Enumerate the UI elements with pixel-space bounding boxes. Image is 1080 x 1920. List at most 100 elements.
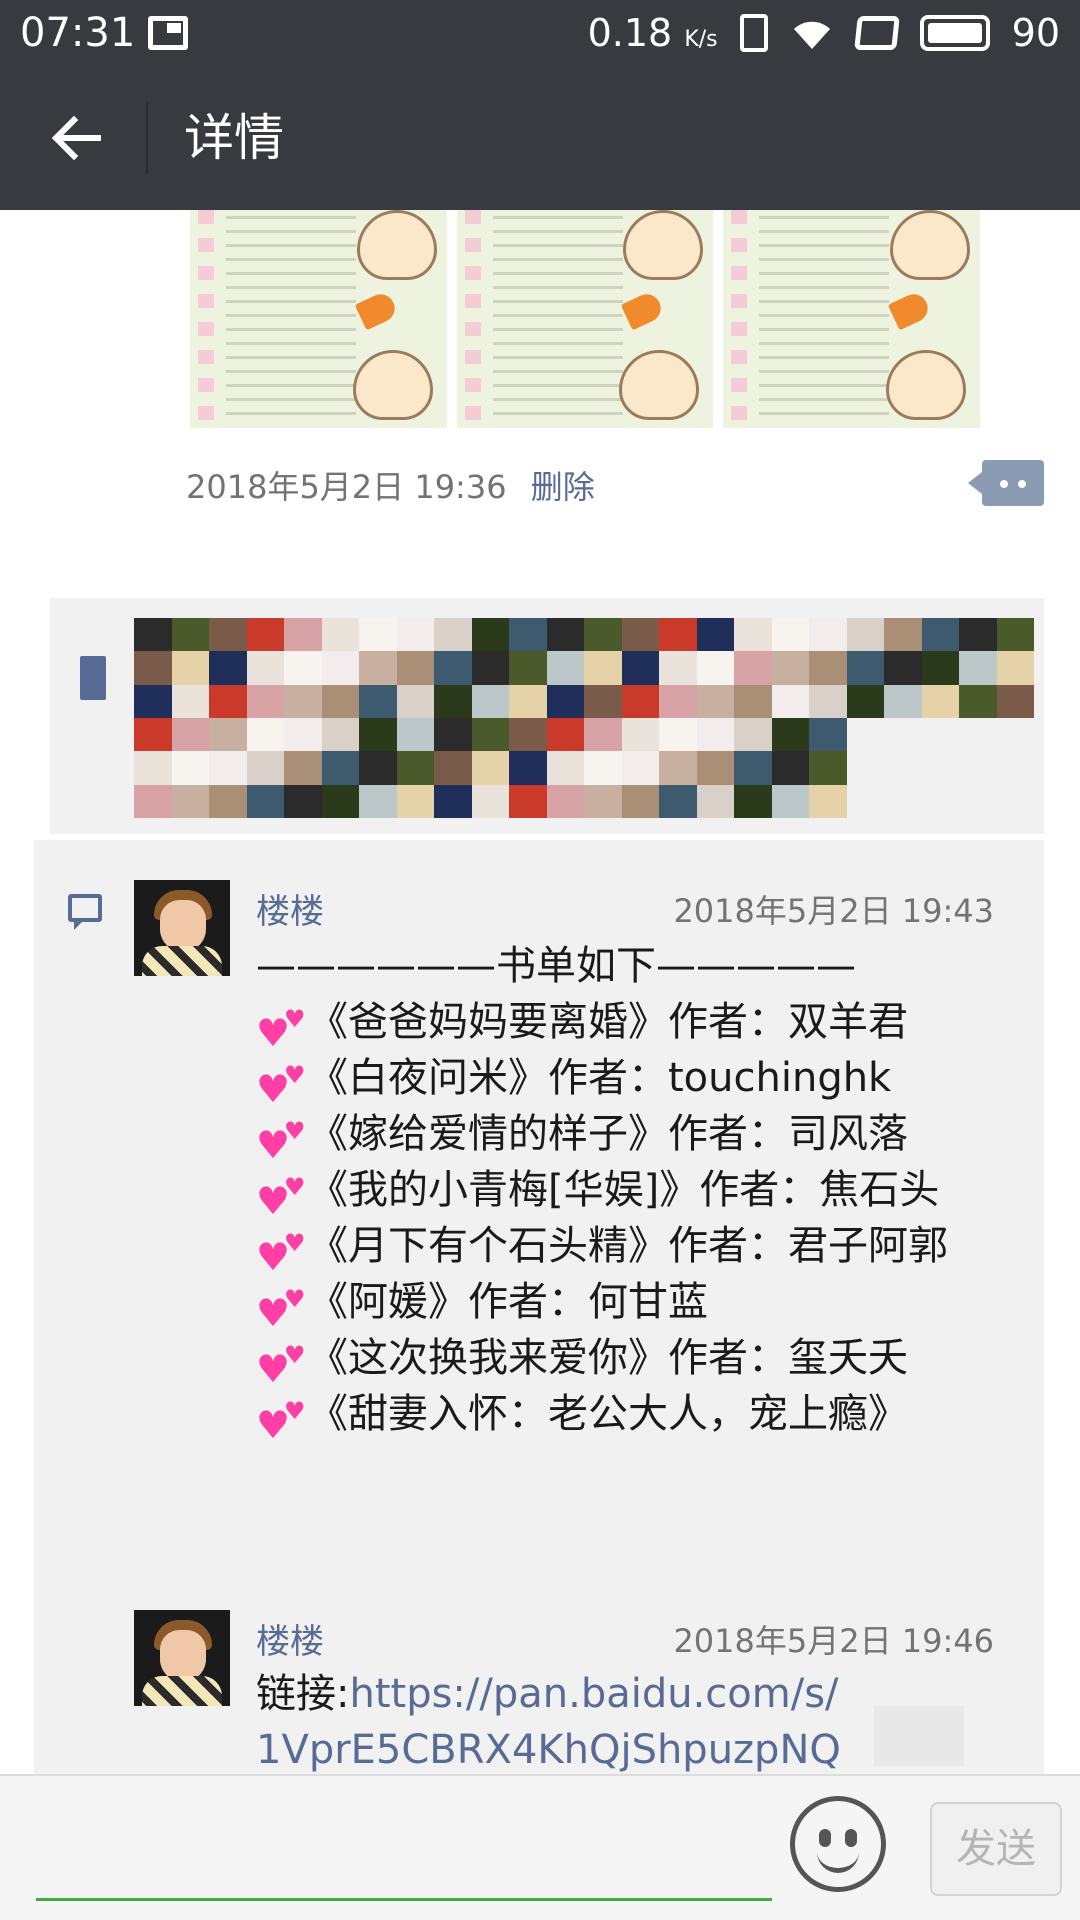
pixel-cell (771, 684, 809, 718)
heart-emoji-icon (256, 1103, 308, 1173)
pixel-cell (921, 651, 959, 685)
pixel-cell (396, 784, 434, 818)
post-image[interactable] (456, 210, 714, 428)
pixel-cell (846, 684, 884, 718)
more-actions-icon[interactable] (968, 460, 1044, 506)
pixel-cell (884, 784, 922, 818)
pixel-cell (434, 684, 472, 718)
pixel-cell (996, 717, 1034, 752)
pixel-cell (359, 618, 397, 652)
pixel-cell (809, 651, 847, 685)
pixel-cell (471, 717, 509, 752)
post-image[interactable] (190, 210, 447, 428)
pixel-cell (546, 751, 584, 785)
battery-level: 90 (1011, 11, 1060, 55)
pixel-cell (396, 751, 434, 785)
pixel-cell (659, 651, 697, 685)
avatar[interactable] (134, 880, 230, 976)
pixel-cell (434, 717, 472, 752)
pixel-cell (359, 784, 397, 818)
pixel-cell (959, 717, 997, 752)
pixel-cell (996, 651, 1034, 685)
pixel-cell (434, 751, 472, 785)
pixel-cell (734, 784, 772, 818)
moment-detail: 2018年5月2日 19:36 删除 楼楼 2018年5月2日 19:43 ——… (0, 210, 1080, 1774)
pixel-cell (734, 717, 772, 752)
pixel-cell (134, 651, 172, 685)
delete-link[interactable]: 删除 (531, 468, 595, 506)
pixel-cell (546, 651, 584, 685)
commenter-name[interactable]: 楼楼 (256, 1614, 324, 1663)
pixel-cell (209, 684, 247, 718)
book-item: 《爸爸妈妈要离婚》作者：双羊君 (256, 991, 1026, 1061)
pixel-cell (209, 618, 247, 652)
redacted-area (874, 1706, 964, 1766)
pixel-cell (734, 684, 772, 718)
pixel-cell (321, 618, 359, 652)
pixel-cell (959, 784, 997, 818)
pixel-cell (246, 751, 284, 785)
pixel-cell (171, 717, 209, 752)
back-arrow-icon[interactable] (48, 110, 104, 166)
pixel-cell (884, 751, 922, 785)
pixel-cell (546, 717, 584, 752)
liker-avatars-pixelated (134, 618, 1034, 818)
pixel-cell (659, 618, 697, 652)
pixel-cell (134, 751, 172, 785)
header-divider (146, 102, 148, 174)
pixel-cell (584, 751, 622, 785)
pixel-cell (134, 618, 172, 652)
pixel-cell (846, 618, 884, 652)
pixel-cell (471, 618, 509, 652)
pixel-cell (771, 651, 809, 685)
pixel-cell (396, 717, 434, 752)
pixel-cell (284, 751, 322, 785)
pixel-cell (696, 651, 734, 685)
pixel-cell (846, 751, 884, 785)
heart-emoji-icon (256, 1215, 308, 1285)
pixel-cell (134, 784, 172, 818)
pixel-cell (734, 618, 772, 652)
send-button[interactable]: 发送 (930, 1802, 1062, 1896)
comment-input[interactable] (36, 1898, 772, 1901)
heart-emoji-icon (256, 1271, 308, 1341)
baidu-pan-link[interactable]: https://pan.baidu.com/s/ (349, 1671, 838, 1717)
vibrate-icon (739, 14, 768, 52)
comments-area: 楼楼 2018年5月2日 19:43 ——————书单如下————— 《爸爸妈妈… (34, 840, 1044, 1774)
post-image[interactable] (723, 210, 981, 428)
book-item: 《这次换我来爱你》作者：玺夭夭 (256, 1327, 1026, 1397)
pixel-cell (809, 684, 847, 718)
book-item: 《阿媛》作者：何甘蓝 (256, 1271, 1026, 1341)
pixel-cell (134, 684, 172, 718)
avatar[interactable] (134, 1610, 230, 1706)
pixel-cell (921, 717, 959, 752)
pixel-cell (584, 784, 622, 818)
book-item: 《嫁给爱情的样子》作者：司风落 (256, 1103, 1026, 1173)
pixel-cell (471, 784, 509, 818)
pixel-cell (771, 717, 809, 752)
post-meta: 2018年5月2日 19:36 删除 (186, 462, 595, 508)
wifi-icon (793, 21, 830, 49)
pixel-cell (659, 684, 697, 718)
pixel-cell (884, 618, 922, 652)
emoji-icon[interactable] (790, 1796, 886, 1892)
pixel-cell (209, 651, 247, 685)
pixel-cell (809, 717, 847, 752)
pixel-cell (321, 717, 359, 752)
book-item: 《我的小青梅[华娱]》作者：焦石头 (256, 1159, 1026, 1229)
pixel-cell (846, 651, 884, 685)
pixel-cell (696, 717, 734, 752)
pixel-cell (921, 618, 959, 652)
pixel-cell (284, 651, 322, 685)
page-title: 详情 (184, 109, 284, 167)
heart-emoji-icon (256, 1383, 308, 1453)
pixel-cell (284, 717, 322, 752)
heart-emoji-icon (256, 991, 308, 1061)
pixel-cell (584, 717, 622, 752)
commenter-name[interactable]: 楼楼 (256, 884, 324, 933)
pixel-cell (471, 651, 509, 685)
comment-text[interactable]: ——————书单如下————— 《爸爸妈妈要离婚》作者：双羊君 《白夜问米》作者… (256, 938, 1026, 1453)
pixel-cell (771, 751, 809, 785)
pixel-cell (659, 751, 697, 785)
pixel-cell (321, 751, 359, 785)
